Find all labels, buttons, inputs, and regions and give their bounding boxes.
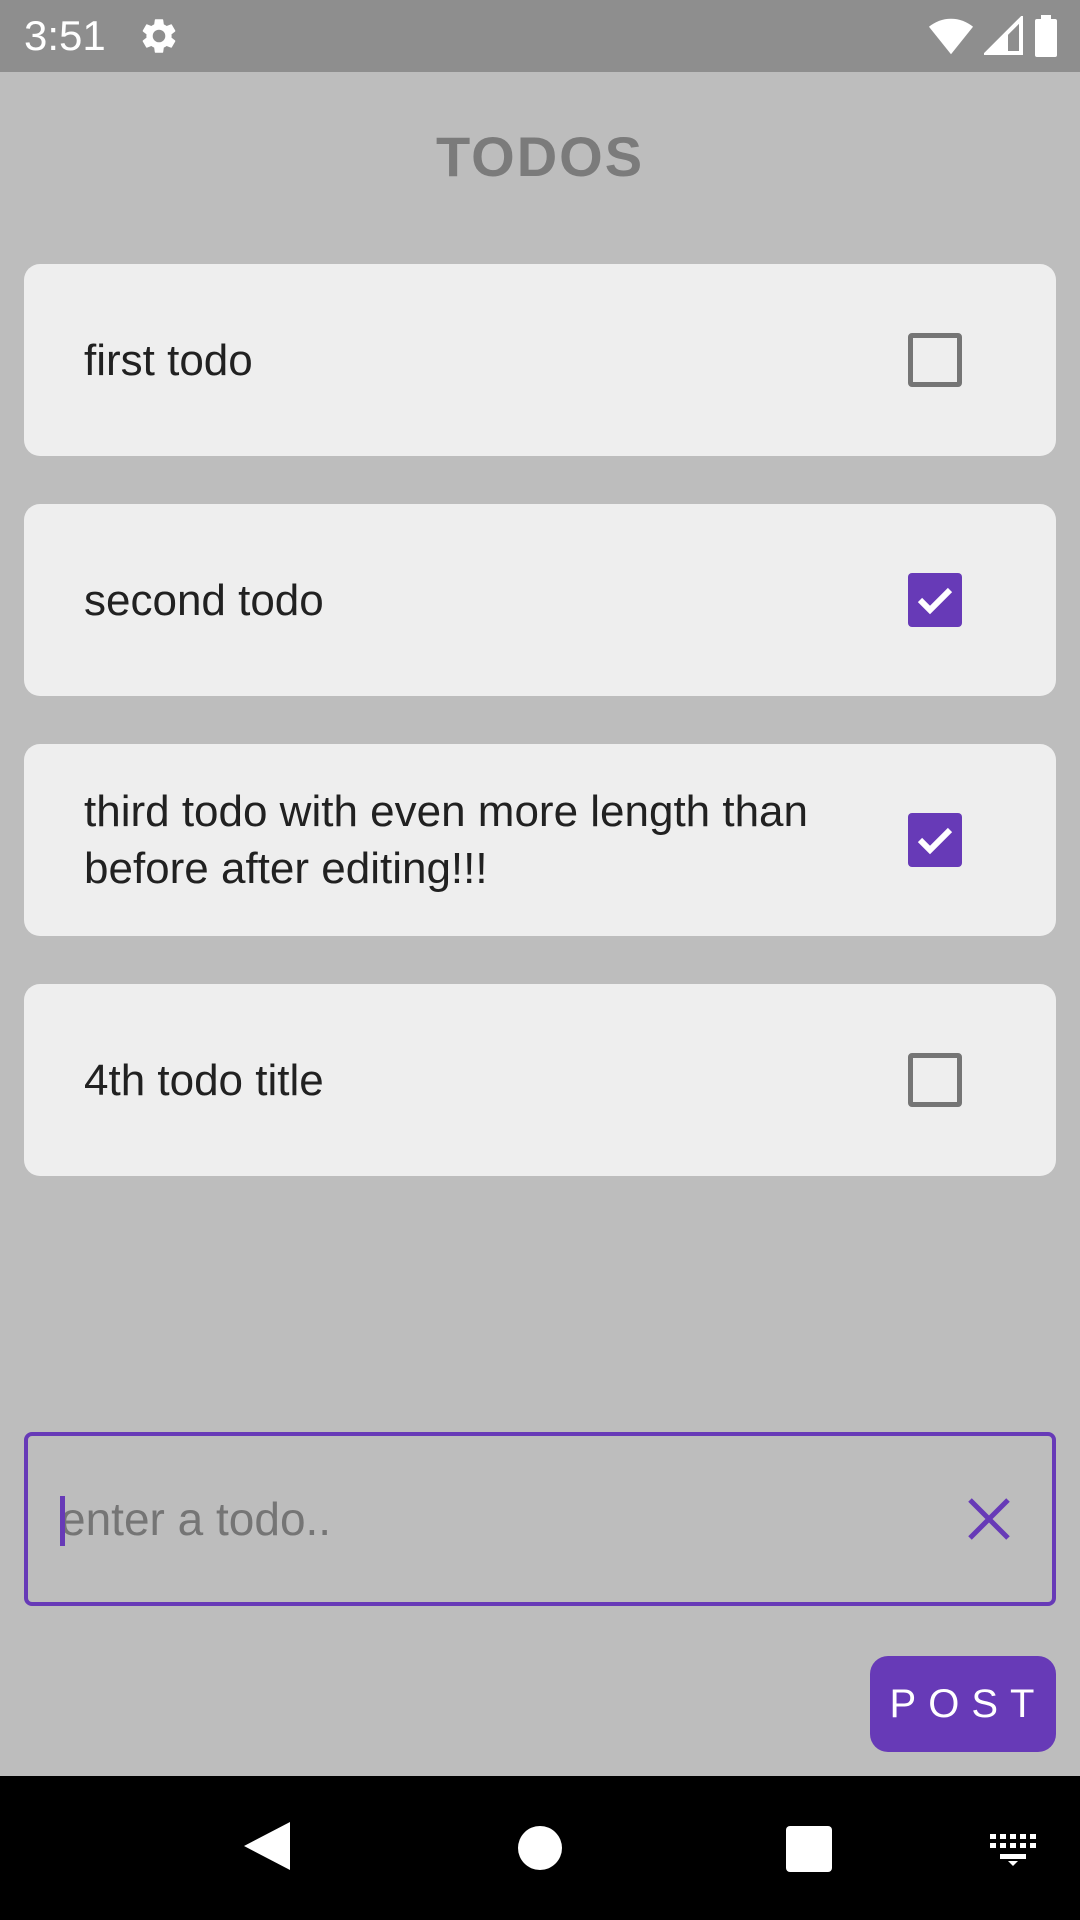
todo-checkbox[interactable]: [908, 333, 962, 387]
text-cursor: [60, 1496, 65, 1546]
todo-checkbox[interactable]: [908, 1053, 962, 1107]
todo-input[interactable]: [60, 1436, 940, 1602]
navigation-bar: [0, 1776, 1080, 1920]
todo-item[interactable]: third todo with even more length than be…: [24, 744, 1056, 936]
todo-item[interactable]: first todo: [24, 264, 1056, 456]
keyboard-icon[interactable]: [988, 1832, 1038, 1866]
home-icon[interactable]: [518, 1826, 562, 1870]
gear-icon: [142, 19, 176, 53]
todo-screen: 3:51 TODOS first todo second todo third …: [0, 0, 1080, 1920]
todo-checkbox[interactable]: [908, 813, 962, 867]
todo-title: third todo with even more length than be…: [84, 787, 809, 893]
todo-item[interactable]: 4th todo title: [24, 984, 1056, 1176]
todo-checkbox[interactable]: [908, 573, 962, 627]
page-title: TODOS: [435, 125, 645, 188]
status-bar: 3:51: [0, 0, 1080, 72]
close-icon[interactable]: [964, 1494, 1014, 1544]
back-icon[interactable]: [244, 1822, 290, 1870]
wifi-icon: [928, 18, 974, 55]
post-button[interactable]: POST: [870, 1656, 1056, 1752]
status-icons: [928, 14, 1058, 58]
check-icon: [917, 827, 953, 855]
recents-icon[interactable]: [786, 1826, 832, 1872]
check-icon: [917, 587, 953, 615]
todo-title: 4th todo title: [84, 1055, 324, 1105]
signal-icon: [984, 16, 1023, 55]
todo-title: second todo: [84, 575, 324, 625]
todo-item[interactable]: second todo: [24, 504, 1056, 696]
todo-title: first todo: [84, 335, 253, 385]
todo-list: first todo second todo third todo with e…: [24, 264, 1056, 1224]
status-time: 3:51: [24, 12, 106, 59]
battery-icon: [1035, 15, 1057, 57]
todo-input-field[interactable]: [24, 1432, 1056, 1606]
